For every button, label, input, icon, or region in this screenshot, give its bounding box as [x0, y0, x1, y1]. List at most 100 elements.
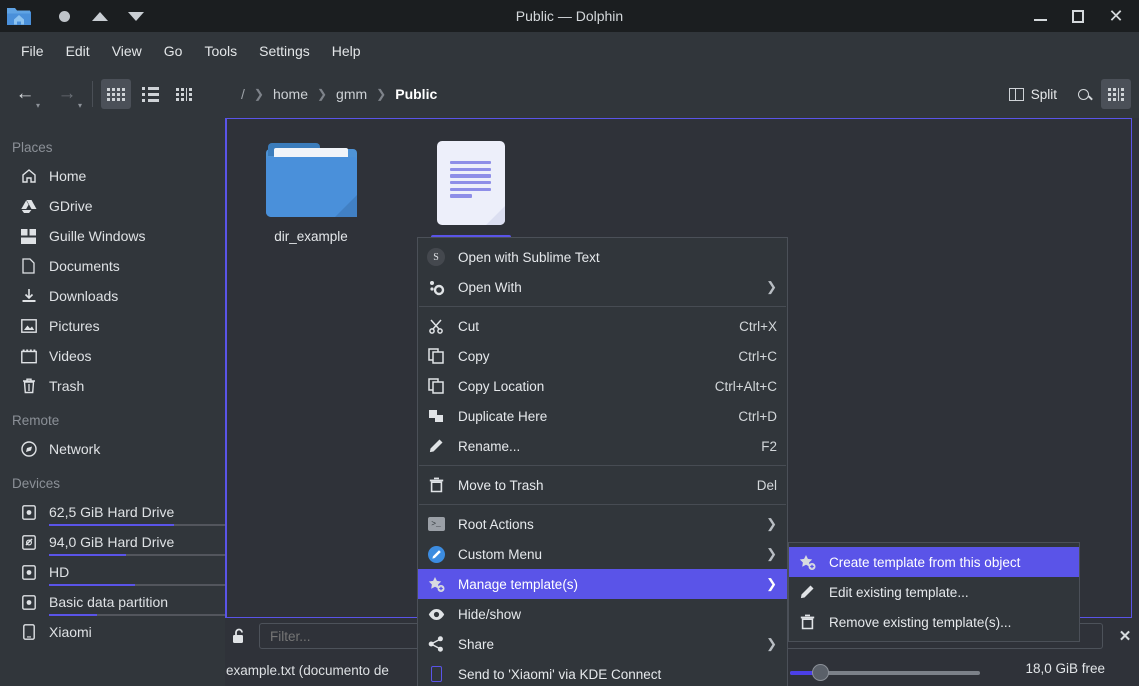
sidebar-item-trash[interactable]: Trash: [0, 371, 225, 401]
context-menu-item-move-to-trash[interactable]: Move to Trash Del: [418, 470, 787, 500]
panels-icon: [1107, 87, 1125, 101]
icons-view-button[interactable]: [101, 79, 131, 109]
file-item-text[interactable]: example.txt: [395, 127, 547, 254]
context-menu-item-share[interactable]: Share ❯: [418, 629, 787, 659]
zoom-slider-handle[interactable]: [812, 664, 829, 681]
dolphin-window: Public — Dolphin ✕ File Edit View Go Too…: [0, 0, 1139, 686]
breadcrumb-item-public[interactable]: Public: [391, 84, 441, 104]
forward-button[interactable]: → ▾: [50, 77, 84, 111]
gdrive-icon: [20, 198, 37, 215]
sidebar-item-hard-drive-62[interactable]: 62,5 GiB Hard Drive: [0, 497, 225, 527]
menu-settings[interactable]: Settings: [248, 39, 321, 63]
sidebar-item-gdrive[interactable]: GDrive: [0, 191, 225, 221]
context-menu-label: Duplicate Here: [458, 408, 548, 424]
submenu-label: Create template from this object: [829, 554, 1021, 570]
close-filter-icon[interactable]: ✕: [1111, 627, 1139, 645]
sidebar-item-home[interactable]: Home: [0, 161, 225, 191]
sidebar-item-downloads[interactable]: Downloads: [0, 281, 225, 311]
padlock-open-icon[interactable]: [227, 627, 251, 645]
zoom-slider[interactable]: [790, 664, 1010, 681]
star-plus-icon: [798, 553, 816, 571]
toolbar-separator: [92, 81, 93, 107]
sidebar-item-xiaomi[interactable]: Xiaomi: [0, 617, 225, 647]
context-menu-item-manage-templates[interactable]: Manage template(s) ❯: [418, 569, 787, 599]
breadcrumb-item-gmm[interactable]: gmm: [332, 84, 371, 104]
sidebar-item-hard-drive-94[interactable]: 94,0 GiB Hard Drive: [0, 527, 225, 557]
back-button[interactable]: ← ▾: [8, 77, 42, 111]
compact-view-button[interactable]: [135, 79, 165, 109]
sidebar-item-documents[interactable]: Documents: [0, 251, 225, 281]
submenu-item-edit-template[interactable]: Edit existing template...: [789, 577, 1079, 607]
maximize-icon: [1072, 9, 1084, 23]
context-menu-item-send-to-xiaomi[interactable]: Send to 'Xiaomi' via KDE Connect: [418, 659, 787, 686]
sidebar-item-videos[interactable]: Videos: [0, 341, 225, 371]
breadcrumb-item-home[interactable]: home: [269, 84, 312, 104]
close-button[interactable]: ✕: [1097, 0, 1135, 32]
context-menu-item-copy[interactable]: Copy Ctrl+C: [418, 341, 787, 371]
menu-file[interactable]: File: [10, 39, 55, 63]
chevron-right-icon: ❯: [766, 636, 777, 651]
chevron-right-icon: ❯: [766, 516, 777, 531]
search-button[interactable]: [1067, 79, 1099, 109]
sidebar-item-label: GDrive: [49, 198, 93, 214]
context-menu-item-open-with[interactable]: Open With ❯: [418, 272, 787, 302]
context-menu-item-cut[interactable]: Cut Ctrl+X: [418, 311, 787, 341]
context-menu-shortcut: F2: [761, 438, 777, 454]
context-menu-separator: [419, 306, 786, 307]
menu-view[interactable]: View: [101, 39, 153, 63]
copy-icon: [427, 347, 445, 365]
context-menu-item-duplicate-here[interactable]: Duplicate Here Ctrl+D: [418, 401, 787, 431]
sidebar-item-label: Pictures: [49, 318, 100, 334]
context-menu-item-root-actions[interactable]: >_ Root Actions ❯: [418, 509, 787, 539]
duplicate-icon: [427, 407, 445, 425]
file-icon-grid: dir_example example.txt: [227, 119, 1131, 254]
menu-tools[interactable]: Tools: [193, 39, 248, 63]
titlebar-left-buttons: [0, 1, 154, 31]
sidebar-item-label: Home: [49, 168, 87, 184]
triangle-up-button[interactable]: [82, 1, 118, 31]
context-menu-label: Hide/show: [458, 606, 522, 622]
context-menu-item-custom-menu[interactable]: Custom Menu ❯: [418, 539, 787, 569]
file-item-folder[interactable]: dir_example: [235, 127, 387, 254]
phone-icon: [20, 624, 37, 641]
search-icon: [1077, 88, 1089, 100]
sidebar-item-pictures[interactable]: Pictures: [0, 311, 225, 341]
context-menu-item-open-with-sublime[interactable]: S Open with Sublime Text: [418, 242, 787, 272]
submenu-item-create-template[interactable]: Create template from this object: [789, 547, 1079, 577]
window-controls: ✕: [1021, 0, 1135, 32]
sidebar-item-guille-windows[interactable]: Guille Windows: [0, 221, 225, 251]
sidebar-item-network[interactable]: Network: [0, 434, 225, 464]
menu-go[interactable]: Go: [153, 39, 194, 63]
sidebar-item-label: Trash: [49, 378, 85, 394]
sidebar-device-capacity: 94,0 GiB Hard Drive: [49, 534, 225, 556]
toolbar-right-group: Split: [1001, 79, 1131, 109]
triangle-down-button[interactable]: [118, 1, 154, 31]
free-space-label: 18,0 GiB free: [1025, 661, 1105, 676]
chevron-right-icon: ❯: [766, 576, 777, 591]
details-view-button[interactable]: [169, 79, 199, 109]
chevron-down-icon: ▾: [35, 101, 40, 110]
chevron-down-icon: ▾: [77, 101, 82, 110]
context-menu-item-rename[interactable]: Rename... F2: [418, 431, 787, 461]
submenu-item-remove-template[interactable]: Remove existing template(s)...: [789, 607, 1079, 637]
sidebar-item-hd[interactable]: HD: [0, 557, 225, 587]
context-menu-item-hide-show[interactable]: Hide/show: [418, 599, 787, 629]
maximize-button[interactable]: [1059, 0, 1097, 32]
context-menu-item-copy-location[interactable]: Copy Location Ctrl+Alt+C: [418, 371, 787, 401]
sidebar-section-remote: Remote: [12, 413, 60, 428]
phone-icon: [427, 665, 445, 683]
panel-toggle-button[interactable]: [1101, 79, 1131, 109]
sidebar-item-basic-data-partition[interactable]: Basic data partition: [0, 587, 225, 617]
record-dot-button[interactable]: [46, 1, 82, 31]
record-dot-icon: [58, 10, 70, 22]
copy-location-icon: [427, 377, 445, 395]
context-menu-shortcut: Ctrl+X: [739, 318, 777, 334]
split-button[interactable]: Split: [1001, 82, 1065, 107]
minimize-button[interactable]: [1021, 0, 1059, 32]
menu-help[interactable]: Help: [321, 39, 372, 63]
breadcrumb-item-root[interactable]: /: [237, 84, 249, 104]
trash-icon: [20, 378, 37, 395]
menu-edit[interactable]: Edit: [55, 39, 101, 63]
context-menu-separator: [419, 504, 786, 505]
sidebar-section-places: Places: [12, 140, 53, 155]
